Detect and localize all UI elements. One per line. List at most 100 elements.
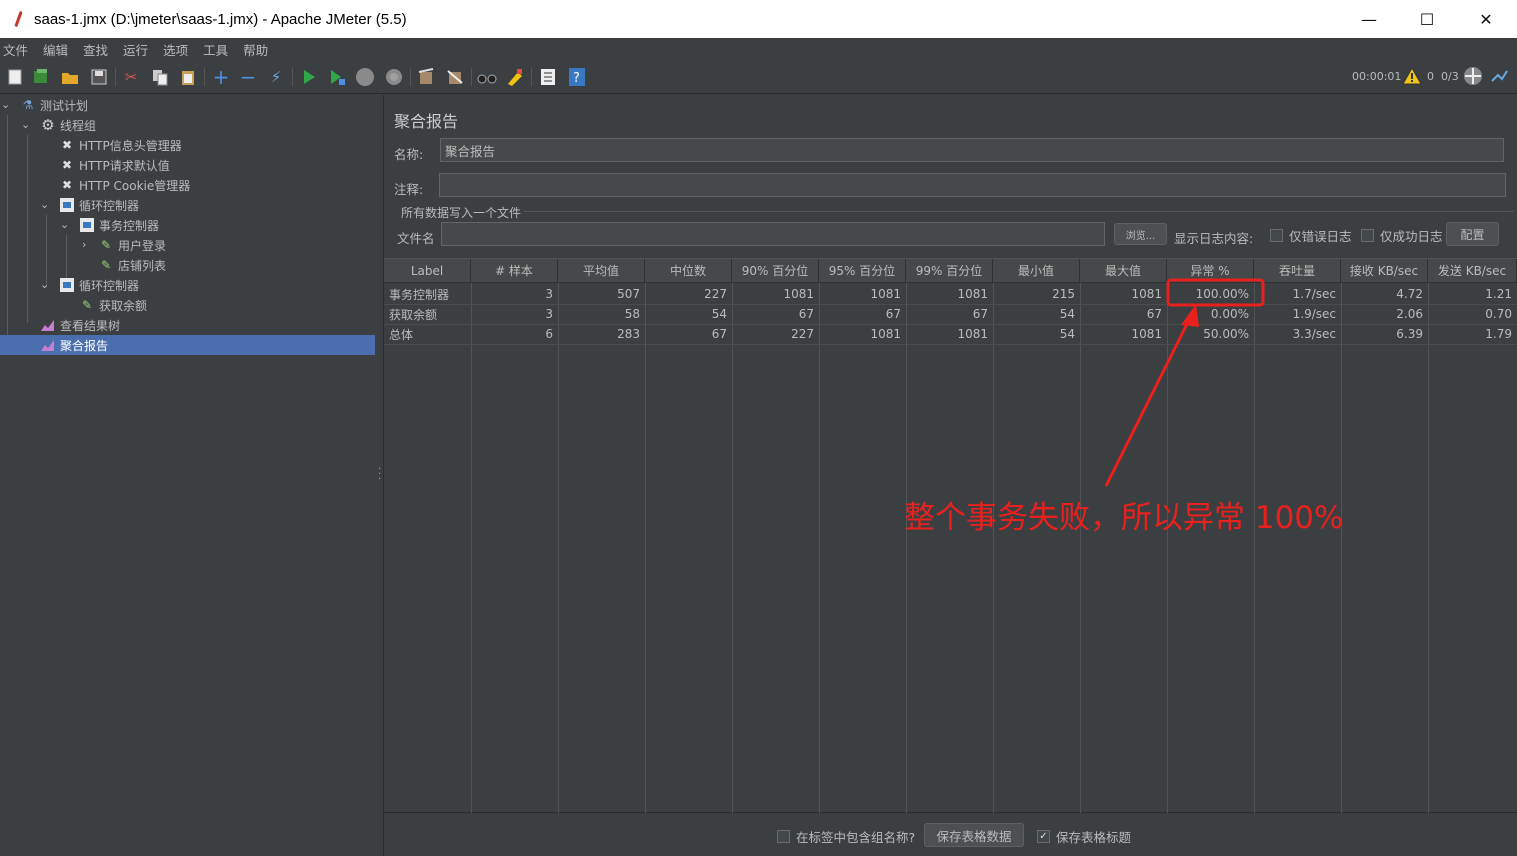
name-field[interactable]: 聚合报告 [440,138,1504,162]
open-icon[interactable] [60,67,80,87]
save-table-header-checkbox[interactable]: ✓ 保存表格标题 [1037,827,1131,846]
menu-tools[interactable]: 工具 [200,40,234,59]
reset-search-icon[interactable] [505,67,525,87]
stop-icon[interactable] [355,67,375,87]
column-header[interactable]: 最小值 [993,259,1080,283]
menu-options[interactable]: 选项 [160,40,194,59]
function-helper-icon[interactable] [538,67,558,87]
shutdown-icon[interactable] [384,67,404,87]
tree-node-user-login[interactable]: ✎ 用户登录 [98,235,166,255]
annotation-text: 整个事务失败，所以异常 100% [904,500,1344,536]
close-button[interactable]: ✕ [1457,0,1515,38]
name-label: 名称: [394,147,424,162]
cell-label: 总体 [389,327,414,342]
warning-icon[interactable] [1402,66,1422,86]
clear-all-icon[interactable] [445,67,465,87]
maximize-button[interactable]: ☐ [1398,0,1456,38]
tree-node-view-results-tree[interactable]: 查看结果树 [40,315,120,335]
cell-samples: 6 [545,327,553,341]
window-titlebar: saas-1.jmx (D:\jmeter\saas-1.jmx) - Apac… [0,0,1517,38]
comment-label: 注释: [394,182,424,197]
cell-samples: 3 [545,307,553,321]
column-header[interactable]: 90% 百分位 [732,259,819,283]
filename-label: 文件名 [397,231,435,246]
comment-field[interactable] [439,173,1506,197]
column-header[interactable]: 中位数 [645,259,732,283]
tree-node-get-balance[interactable]: ✎ 获取余额 [79,295,147,315]
column-header[interactable]: 最大值 [1080,259,1167,283]
browse-button[interactable]: 浏览... [1114,223,1167,245]
tree-node-transaction-controller[interactable]: 事务控制器 [79,215,159,235]
cell-max: 1081 [1131,287,1162,301]
collapse-all-icon[interactable]: − [238,67,258,87]
minimize-button[interactable]: — [1340,0,1398,38]
tree-node-header-manager[interactable]: ✖ HTTP信息头管理器 [59,135,182,155]
bottom-bar: 在标签中包含组名称? 保存表格数据 ✓ 保存表格标题 [384,813,1517,856]
menu-run[interactable]: 运行 [120,40,154,59]
cell-p90: 227 [791,327,814,341]
expand-all-icon[interactable]: + [211,67,231,87]
flask-icon: ⚗ [22,98,34,112]
tree-node-thread-group[interactable]: ⚙ 线程组 [40,115,96,135]
cell-min: 215 [1052,287,1075,301]
chevron-right-icon[interactable]: › [82,238,86,251]
column-header[interactable]: 接收 KB/sec [1341,259,1428,283]
new-icon[interactable] [5,67,25,87]
column-header[interactable]: 95% 百分位 [819,259,906,283]
column-header[interactable]: # 样本 [471,259,558,283]
search-binoculars-icon[interactable] [477,67,497,87]
toggle-icon[interactable]: ⚡ [266,67,286,87]
tree-node-test-plan[interactable]: ⚗ 测试计划 [20,95,88,115]
chevron-down-icon[interactable]: ⌄ [1,98,10,111]
chevron-down-icon[interactable]: ⌄ [21,118,30,131]
save-icon[interactable] [89,67,109,87]
column-header[interactable]: 吞吐量 [1254,259,1341,283]
tree-node-loop-controller-1[interactable]: 循环控制器 [59,195,139,215]
split-pane-divider[interactable]: · · · [375,95,384,856]
clear-icon[interactable] [416,67,436,87]
help-icon[interactable]: ? [567,67,587,87]
cell-error-rate: 50.00% [1203,327,1249,341]
cell-average: 283 [617,327,640,341]
menu-help[interactable]: 帮助 [240,40,274,59]
log-viewer-icon[interactable] [1489,66,1509,86]
tree-node-loop-controller-2[interactable]: 循环控制器 [59,275,139,295]
tree-node-aggregate-report[interactable]: 聚合报告 [0,335,375,355]
jmeter-feather-icon [12,11,26,27]
elapsed-time: 00:00:01 [1352,70,1402,83]
remote-engines-icon[interactable] [1463,66,1483,86]
column-header[interactable]: Label [384,259,471,283]
filename-field[interactable] [441,222,1105,246]
column-header[interactable]: 异常 % [1167,259,1254,283]
column-header[interactable]: 发送 KB/sec [1428,259,1517,283]
tree-node-cookie-manager[interactable]: ✖ HTTP Cookie管理器 [59,175,190,195]
column-header[interactable]: 99% 百分位 [906,259,993,283]
success-only-checkbox[interactable]: 仅成功日志 [1361,226,1443,245]
chevron-down-icon[interactable]: ⌄ [40,198,49,211]
errors-only-checkbox[interactable]: 仅错误日志 [1270,226,1352,245]
cell-label: 获取余额 [389,307,438,322]
cut-icon[interactable]: ✂ [121,67,141,87]
controller-icon [59,197,75,213]
start-icon[interactable] [299,67,319,87]
tree-node-store-list[interactable]: ✎ 店铺列表 [98,255,166,275]
cell-p90: 67 [798,307,814,321]
paste-icon[interactable] [178,67,198,87]
copy-icon[interactable] [150,67,170,87]
svg-text:?: ? [573,71,580,86]
save-table-data-button[interactable]: 保存表格数据 [924,823,1024,847]
cell-p99: 1081 [957,327,988,341]
column-header[interactable]: 平均值 [558,259,645,283]
menu-file[interactable]: 文件 [0,40,34,59]
chevron-down-icon[interactable]: ⌄ [60,218,69,231]
controller-icon [59,277,75,293]
configure-button[interactable]: 配置 [1446,222,1499,246]
menu-search[interactable]: 查找 [80,40,114,59]
templates-icon[interactable] [31,67,51,87]
start-no-pauses-icon[interactable] [327,67,347,87]
tree-node-request-defaults[interactable]: ✖ HTTP请求默认值 [59,155,170,175]
include-group-name-checkbox[interactable]: 在标签中包含组名称? [777,827,915,846]
chevron-down-icon[interactable]: ⌄ [40,278,49,291]
toolbar: ✂ + − ⚡ ? 00:00:01 0 0/3 [0,60,1517,94]
menu-edit[interactable]: 编辑 [40,40,74,59]
